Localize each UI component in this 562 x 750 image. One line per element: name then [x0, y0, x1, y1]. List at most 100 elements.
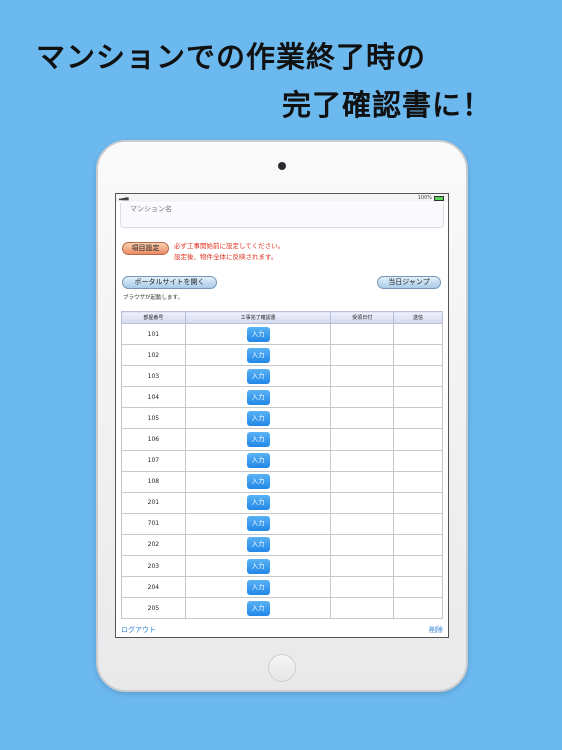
- send-cell[interactable]: [393, 555, 443, 578]
- room-number: 105: [121, 407, 186, 430]
- signal-icon: ▂▃▄: [119, 195, 128, 201]
- room-number: 106: [121, 428, 186, 451]
- send-cell[interactable]: [393, 407, 443, 430]
- room-number: 205: [121, 597, 186, 620]
- completion-form-cell: 入力: [184, 407, 332, 430]
- send-cell[interactable]: [393, 512, 443, 535]
- completion-form-cell: 入力: [184, 449, 332, 472]
- completion-form-cell: 入力: [184, 322, 332, 346]
- app-screen: ▂▃▄ 100% マンション名 項目設定 必ず工事開始前に設定してください。 設…: [115, 193, 449, 638]
- send-cell[interactable]: [393, 449, 443, 472]
- received-date-cell: [330, 470, 395, 493]
- table-row: 701 入力: [121, 512, 443, 535]
- received-date-cell: [330, 555, 395, 578]
- table-row: 203 入力: [121, 555, 443, 578]
- table-row: 103 入力: [121, 365, 443, 388]
- received-date-cell: [330, 533, 395, 557]
- received-date-cell: [330, 322, 395, 346]
- table-row: 102 入力: [121, 344, 443, 367]
- tablet-frame: ▂▃▄ 100% マンション名 項目設定 必ず工事開始前に設定してください。 設…: [96, 140, 468, 692]
- send-cell[interactable]: [393, 344, 443, 367]
- room-table: 部屋番号 工事完了確認書 受領日付 送信 101 入力 102 入力 103 入力 104 入…: [121, 311, 443, 620]
- enter-button[interactable]: 入力: [246, 579, 270, 595]
- enter-button[interactable]: 入力: [246, 495, 270, 511]
- headline-line-1: マンションでの作業終了時の: [36, 40, 427, 74]
- send-cell[interactable]: [393, 533, 443, 557]
- received-date-cell: [330, 428, 395, 451]
- received-date-cell: [330, 576, 395, 599]
- enter-button[interactable]: 入力: [246, 368, 270, 384]
- room-number: 107: [121, 449, 186, 472]
- table-row: 202 入力: [121, 533, 443, 557]
- warning-line-2: 設定後、物件全体に反映されます。: [174, 253, 278, 261]
- status-bar: ▂▃▄ 100%: [116, 194, 448, 202]
- enter-button[interactable]: 入力: [246, 537, 270, 553]
- enter-button[interactable]: 入力: [246, 347, 270, 363]
- completion-form-cell: 入力: [184, 576, 332, 599]
- received-date-cell: [330, 491, 395, 514]
- enter-button[interactable]: 入力: [246, 600, 270, 616]
- header-room-number: 部屋番号: [121, 311, 186, 324]
- received-date-cell: [330, 365, 395, 388]
- send-cell[interactable]: [393, 428, 443, 451]
- item-settings-button[interactable]: 項目設定: [122, 242, 169, 255]
- completion-form-cell: 入力: [184, 386, 332, 409]
- bottom-bar: ログアウト 削除: [116, 622, 448, 637]
- completion-form-cell: 入力: [184, 491, 332, 514]
- send-cell[interactable]: [393, 470, 443, 493]
- room-number: 203: [121, 555, 186, 578]
- table-row: 205 入力: [121, 597, 443, 620]
- send-cell[interactable]: [393, 491, 443, 514]
- enter-button[interactable]: 入力: [246, 474, 270, 490]
- table-row: 106 入力: [121, 428, 443, 451]
- send-cell[interactable]: [393, 365, 443, 388]
- send-cell[interactable]: [393, 576, 443, 599]
- completion-form-cell: 入力: [184, 533, 332, 557]
- enter-button[interactable]: 入力: [246, 389, 270, 405]
- battery-icon: [434, 195, 444, 201]
- room-number: 104: [121, 386, 186, 409]
- enter-button[interactable]: 入力: [246, 410, 270, 426]
- table-row: 104 入力: [121, 386, 443, 409]
- send-cell[interactable]: [393, 322, 443, 346]
- completion-form-cell: 入力: [184, 470, 332, 493]
- headline-line-2: 完了確認書に！: [282, 88, 493, 122]
- home-button[interactable]: [268, 654, 296, 682]
- send-cell[interactable]: [393, 597, 443, 620]
- room-number: 108: [121, 470, 186, 493]
- header-send: 送信: [393, 311, 443, 324]
- warning-line-1: 必ず工事開始前に設定してください。: [174, 242, 285, 250]
- room-number: 101: [121, 322, 186, 346]
- received-date-cell: [330, 449, 395, 472]
- completion-form-cell: 入力: [184, 365, 332, 388]
- table-row: 204 入力: [121, 576, 443, 599]
- enter-button[interactable]: 入力: [246, 326, 270, 342]
- enter-button[interactable]: 入力: [246, 516, 270, 532]
- table-row: 105 入力: [121, 407, 443, 430]
- table-row: 101 入力: [121, 322, 443, 346]
- send-cell[interactable]: [393, 386, 443, 409]
- browser-note: ブラウザが起動します。: [123, 295, 183, 301]
- room-number: 701: [121, 512, 186, 535]
- completion-form-cell: 入力: [184, 597, 332, 620]
- received-date-cell: [330, 597, 395, 620]
- building-name-input[interactable]: マンション名: [120, 203, 444, 228]
- table-row: 107 入力: [121, 449, 443, 472]
- jump-today-button[interactable]: 当日ジャンプ: [377, 276, 441, 289]
- logout-link[interactable]: ログアウト: [121, 625, 156, 635]
- building-name-placeholder: マンション名: [130, 205, 172, 213]
- open-portal-button[interactable]: ポータルサイトを開く: [122, 276, 217, 289]
- received-date-cell: [330, 344, 395, 367]
- enter-button[interactable]: 入力: [246, 432, 270, 448]
- received-date-cell: [330, 407, 395, 430]
- room-number: 102: [121, 344, 186, 367]
- settings-warning: 必ず工事開始前に設定してください。 設定後、物件全体に反映されます。: [174, 241, 284, 263]
- delete-link[interactable]: 削除: [429, 625, 443, 635]
- enter-button[interactable]: 入力: [246, 453, 270, 469]
- camera-icon: [278, 162, 286, 170]
- enter-button[interactable]: 入力: [246, 558, 270, 574]
- room-number: 202: [121, 533, 186, 557]
- battery-percent: 100%: [417, 195, 432, 201]
- room-number: 103: [121, 365, 186, 388]
- table-row: 108 入力: [121, 470, 443, 493]
